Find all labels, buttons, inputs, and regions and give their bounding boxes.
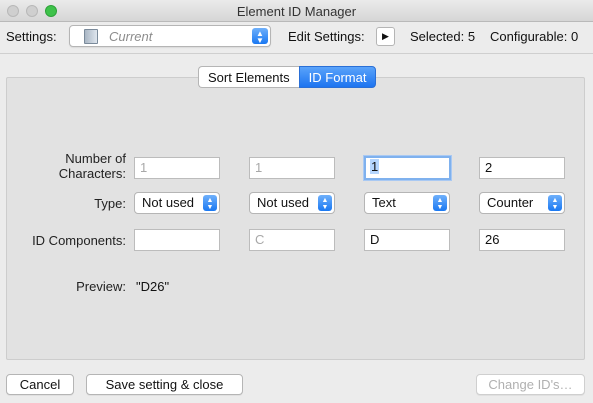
cancel-button[interactable]: Cancel bbox=[6, 374, 74, 395]
chars-field-4[interactable]: 2 bbox=[479, 157, 565, 179]
configurable-count: Configurable: 0 bbox=[490, 29, 579, 44]
change-ids-button[interactable]: Change ID's… bbox=[476, 374, 585, 395]
chars-field-2[interactable]: 1 bbox=[249, 157, 335, 179]
edit-settings-label: Edit Settings: bbox=[288, 29, 365, 44]
select-arrows-icon: ▲ ▼ bbox=[548, 195, 562, 211]
number-of-characters-label: Number of Characters: bbox=[40, 151, 126, 181]
type-label: Type: bbox=[94, 196, 126, 211]
type-select-2[interactable]: Not used ▲ ▼ bbox=[249, 192, 335, 214]
type-select-4-value: Counter bbox=[487, 195, 534, 210]
tab-panel bbox=[6, 77, 585, 360]
component-field-4[interactable]: 26 bbox=[479, 229, 565, 251]
selected-count: Selected: 5 bbox=[410, 29, 476, 44]
type-select-1-value: Not used bbox=[142, 195, 195, 210]
component-field-2[interactable]: C bbox=[249, 229, 335, 251]
type-select-1[interactable]: Not used ▲ ▼ bbox=[134, 192, 220, 214]
type-select-3-value: Text bbox=[372, 195, 396, 210]
tab-id-format[interactable]: ID Format bbox=[298, 66, 377, 88]
select-arrows-icon: ▲ ▼ bbox=[318, 195, 332, 211]
save-setting-close-button[interactable]: Save setting & close bbox=[86, 374, 243, 395]
type-select-4[interactable]: Counter ▲ ▼ bbox=[479, 192, 565, 214]
window-title: Element ID Manager bbox=[236, 4, 357, 19]
type-select-3[interactable]: Text ▲ ▼ bbox=[364, 192, 450, 214]
chars-field-3[interactable]: 1 bbox=[364, 156, 451, 180]
preview-label: Preview: bbox=[76, 279, 126, 294]
popup-arrows-icon: ▲ ▼ bbox=[252, 28, 268, 45]
select-arrows-icon: ▲ ▼ bbox=[203, 195, 217, 211]
settings-label: Settings: bbox=[6, 29, 57, 44]
component-field-1[interactable] bbox=[134, 229, 220, 251]
toolbar: Settings: Current ▲ ▼ Edit Settings: ▶ Se… bbox=[0, 22, 593, 52]
preview-value: "D26" bbox=[136, 279, 170, 294]
edit-settings-button[interactable]: ▶ bbox=[376, 27, 395, 46]
select-arrows-icon: ▲ ▼ bbox=[433, 195, 447, 211]
chars-label-line1: Number of bbox=[65, 151, 126, 166]
chars-field-1[interactable]: 1 bbox=[134, 157, 220, 179]
chars-label-line2: Characters: bbox=[58, 166, 126, 181]
settings-value: Current bbox=[109, 29, 153, 44]
tab-bar: Sort Elements ID Format bbox=[198, 66, 377, 88]
chars-field-3-value: 1 bbox=[370, 159, 380, 174]
type-select-2-value: Not used bbox=[257, 195, 310, 210]
play-triangle-icon: ▶ bbox=[382, 31, 389, 41]
id-components-label: ID Components: bbox=[32, 233, 126, 248]
title-bar: Element ID Manager bbox=[0, 0, 593, 22]
toolbar-divider bbox=[0, 53, 593, 54]
door-icon bbox=[84, 29, 98, 44]
settings-popup[interactable]: Current ▲ ▼ bbox=[69, 25, 271, 47]
tab-sort-elements[interactable]: Sort Elements bbox=[198, 66, 299, 88]
component-field-3[interactable]: D bbox=[364, 229, 450, 251]
